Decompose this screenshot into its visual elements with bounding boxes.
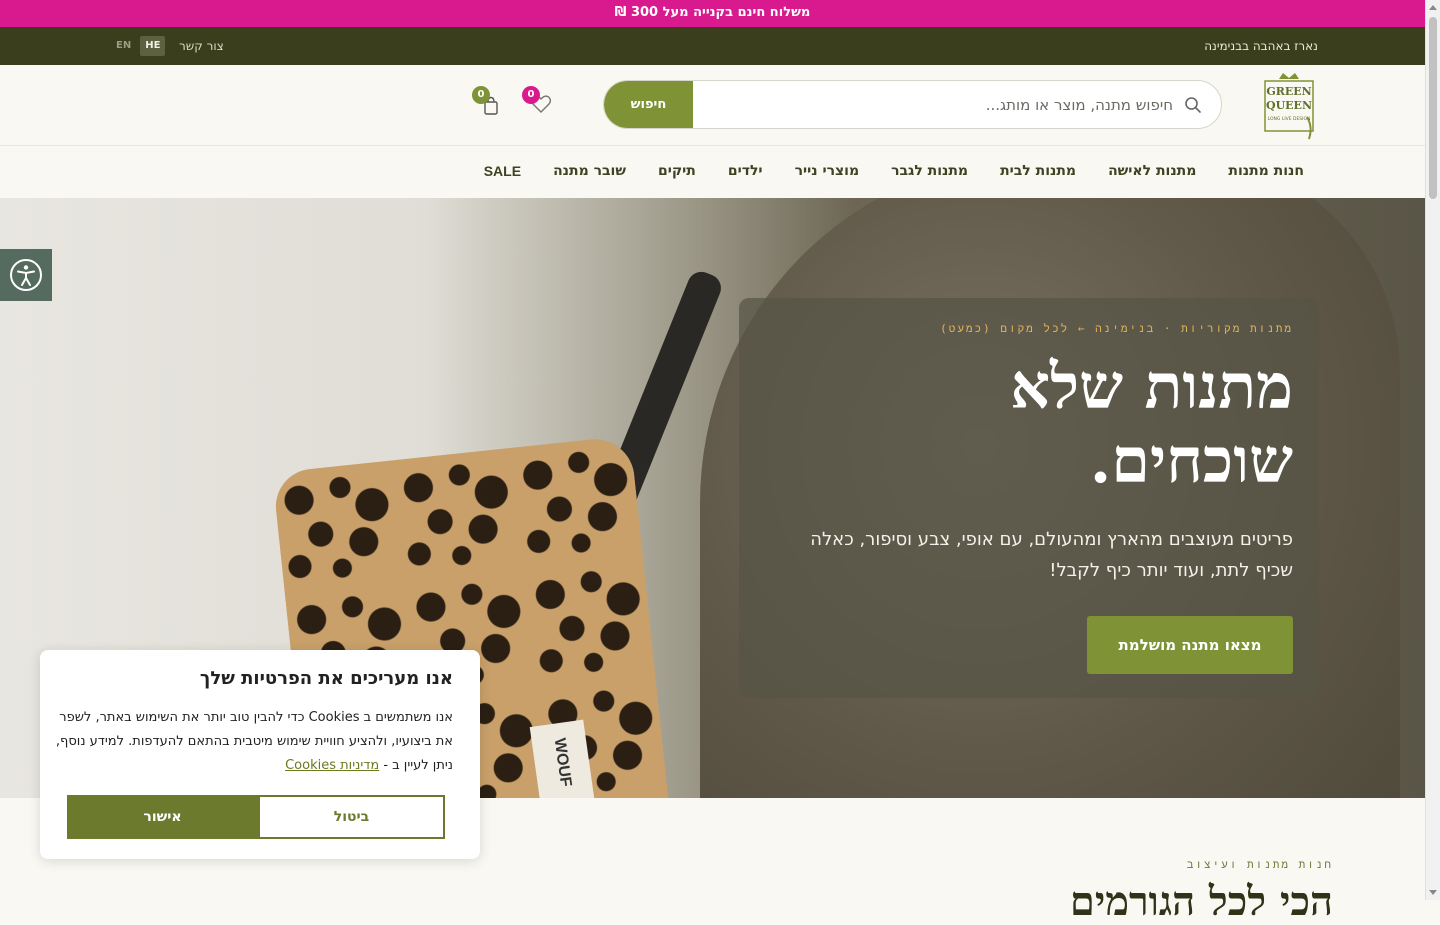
tagline: נארז באהבה בבנימינה	[1204, 39, 1318, 53]
nav-item-gifts-for-woman[interactable]: מתנות לאישה	[1108, 146, 1196, 196]
svg-text:LONG LIVE DESIGN: LONG LIVE DESIGN	[1268, 116, 1311, 122]
hero-photo-bag-tag: WOUF	[529, 719, 595, 798]
bag-tag-label: WOUF	[550, 737, 575, 788]
scroll-down-arrow[interactable]	[1429, 890, 1437, 895]
cart-button[interactable]: 0	[472, 86, 504, 119]
hero-title-line-1: מתנות שלא	[1010, 350, 1293, 423]
nav-item-sale[interactable]: SALE	[484, 146, 521, 196]
section-eyebrow: חנות מתנות ועיצוב	[1186, 858, 1333, 871]
search-button[interactable]: חיפוש	[604, 81, 693, 128]
accessibility-button[interactable]	[0, 249, 52, 301]
nav-item-gifts-for-man[interactable]: מתנות לגבר	[891, 146, 968, 196]
find-gift-button[interactable]: מצאו מתנה מושלמת	[1087, 616, 1293, 674]
contact-link[interactable]: צור קשר	[179, 27, 224, 65]
language-switcher: EN HE	[111, 36, 166, 56]
scroll-up-arrow[interactable]	[1429, 5, 1437, 10]
main-nav: חנות מתנות מתנות לאישה מתנות לבית מתנות …	[0, 146, 1425, 198]
hero-card: מתנות מקוריות · בנימינה ← לכל מקום (כמעט…	[739, 298, 1319, 698]
scroll-thumb[interactable]	[1429, 17, 1437, 199]
cookie-approve-button[interactable]: אישור	[67, 795, 258, 839]
cookie-policy-link[interactable]: מדיניות Cookies	[285, 758, 379, 773]
search-input[interactable]	[705, 81, 1175, 128]
cookie-text: אנו משתמשים ב Cookies כדי להבין טוב יותר…	[55, 710, 453, 773]
wishlist-button[interactable]: 0	[522, 86, 554, 117]
nav-item-bags[interactable]: תיקים	[658, 146, 696, 196]
wishlist-count-badge: 0	[522, 86, 540, 104]
accessibility-icon	[10, 259, 42, 291]
svg-text:QUEEN: QUEEN	[1266, 99, 1312, 112]
promo-bar: משלוח חינם בקנייה מעל 300 ₪	[0, 0, 1425, 27]
top-bar: נארז באהבה בבנימינה צור קשר EN HE	[0, 27, 1425, 65]
search-bar: חיפוש	[603, 80, 1222, 129]
hero-title-line-2: שוכחים.	[1089, 424, 1293, 497]
hero-subtitle: פריטים מעוצבים מהארץ ומהעולם, עם אופי, צ…	[810, 529, 1293, 581]
cookie-consent-popup: אנו מעריכים את הפרטיות שלך אנו משתמשים ב…	[40, 650, 480, 859]
svg-text:GREEN: GREEN	[1266, 85, 1311, 98]
lang-he[interactable]: HE	[140, 36, 166, 56]
promo-text: משלוח חינם בקנייה מעל 300 ₪	[614, 5, 811, 20]
cookie-text-block: אנו משתמשים ב Cookies כדי להבין טוב יותר…	[53, 706, 453, 778]
nav-item-gift-shop[interactable]: חנות מתנות	[1228, 146, 1304, 196]
green-queen-logo: GREEN QUEEN LONG LIVE DESIGN	[1264, 73, 1314, 140]
nav-item-paper-products[interactable]: מוצרי נייר	[795, 146, 860, 196]
page-scrollbar[interactable]	[1425, 0, 1440, 900]
nav-item-kids[interactable]: ילדים	[728, 146, 763, 196]
cookie-cancel-button[interactable]: ביטול	[258, 795, 445, 839]
cookie-buttons: אישור ביטול	[67, 795, 445, 839]
cart-count-badge: 0	[472, 86, 490, 104]
hero-eyebrow: מתנות מקוריות · בנימינה ← לכל מקום (כמעט…	[940, 322, 1293, 335]
cookie-title: אנו מעריכים את הפרטיות שלך	[199, 668, 453, 689]
lang-en[interactable]: EN	[111, 36, 136, 56]
hero-title: מתנות שלא שוכחים.	[773, 350, 1293, 498]
nav-item-gifts-for-home[interactable]: מתנות לבית	[1000, 146, 1076, 196]
site-logo[interactable]: GREEN QUEEN LONG LIVE DESIGN	[1261, 71, 1317, 141]
section-title: הכי לכל הגורמים	[1069, 878, 1333, 925]
site-header: GREEN QUEEN LONG LIVE DESIGN חיפוש 0 0	[0, 65, 1425, 146]
search-icon	[1185, 97, 1201, 113]
nav-item-gift-voucher[interactable]: שובר מתנה	[553, 146, 626, 196]
